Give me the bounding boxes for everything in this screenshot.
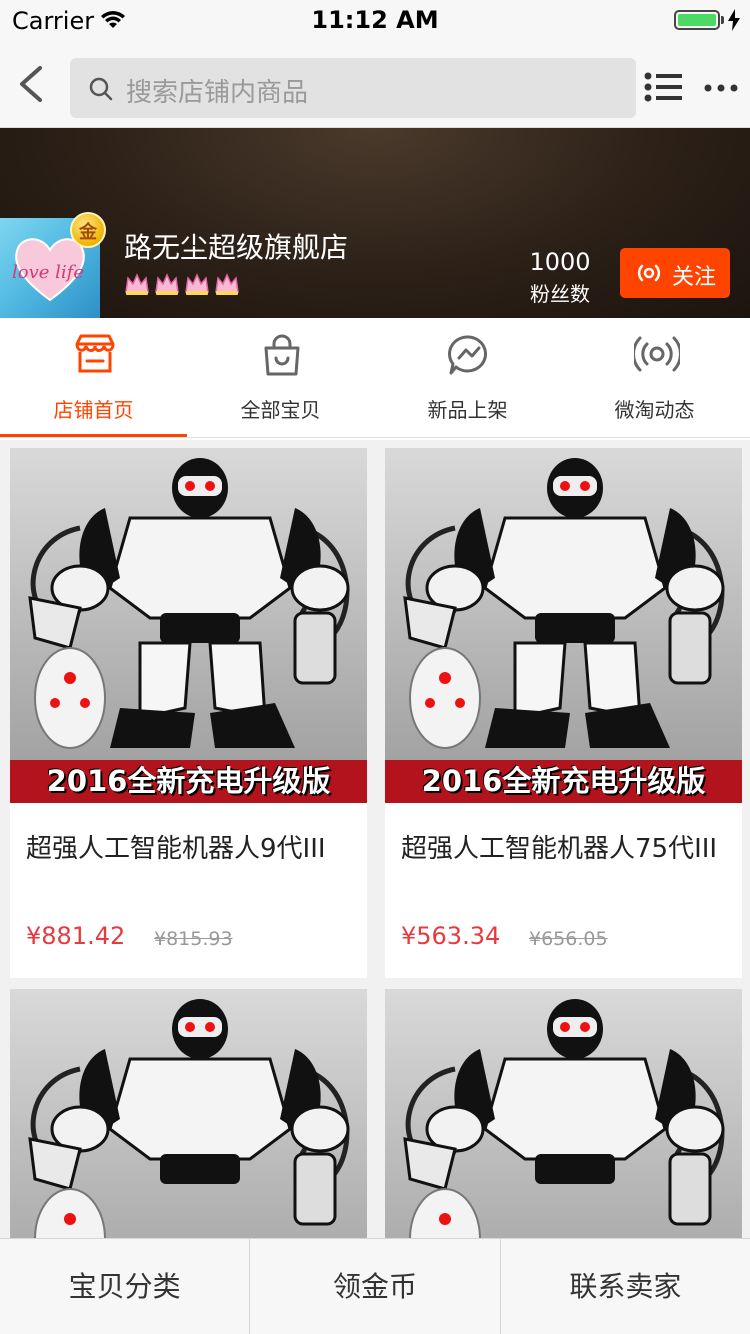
back-button[interactable] — [12, 62, 52, 106]
product-image[interactable]: 2016全新充电升级版 — [10, 448, 367, 803]
active-tab-indicator — [0, 434, 187, 437]
tab-label: 店铺首页 — [53, 398, 134, 422]
search-placeholder: 搜索店铺内商品 — [126, 78, 309, 108]
tab-label: 全部宝贝 — [240, 398, 321, 422]
logo-text: love life — [12, 262, 84, 283]
broadcast-icon — [634, 336, 680, 372]
product-image[interactable] — [385, 989, 742, 1240]
shopping-bag-icon — [264, 334, 300, 376]
image-banner: 2016全新充电升级版 — [10, 760, 367, 803]
store-icon — [75, 334, 115, 373]
product-grid: 2016全新充电升级版 超强人工智能机器人9代III ¥881.42 ¥815.… — [0, 440, 750, 1240]
search-icon — [89, 77, 113, 101]
contact-seller-button[interactable]: 联系卖家 — [501, 1239, 750, 1334]
tab-all-items[interactable]: 全部宝贝 — [187, 318, 374, 438]
robot-image — [403, 458, 725, 749]
store-header: love life 金 路无尘超级旗舰店 1000 粉丝数 关注 — [0, 128, 750, 318]
robot-image — [28, 458, 350, 749]
search-input[interactable]: 搜索店铺内商品 — [70, 58, 636, 118]
store-name: 路无尘超级旗舰店 — [124, 231, 349, 264]
product-title[interactable]: 超强人工智能机器人9代III — [26, 832, 346, 866]
list-icon[interactable] — [644, 72, 684, 102]
crown-icon — [125, 273, 149, 295]
product-old-price: ¥656.05 — [529, 928, 608, 950]
follow-button[interactable]: 关注 — [620, 248, 730, 298]
robot-image — [403, 999, 725, 1240]
more-icon[interactable] — [704, 84, 738, 92]
tab-label: 新品上架 — [427, 398, 508, 422]
product-card[interactable] — [10, 989, 367, 1240]
fans-label: 粉丝数 — [530, 282, 590, 306]
product-old-price: ¥815.93 — [154, 928, 233, 950]
store-rating — [124, 272, 240, 296]
product-title[interactable]: 超强人工智能机器人75代III — [401, 832, 721, 866]
crown-icon — [185, 273, 209, 295]
image-banner: 2016全新充电升级版 — [385, 760, 742, 803]
follow-label: 关注 — [672, 265, 717, 290]
robot-image — [28, 999, 350, 1240]
status-time: 11:12 AM — [311, 6, 439, 34]
battery-icon — [674, 10, 720, 30]
broadcast-icon — [637, 264, 661, 282]
gold-badge: 金 — [70, 212, 106, 248]
tab-weitao[interactable]: 微淘动态 — [561, 318, 748, 438]
product-price: ¥563.34 — [401, 922, 501, 950]
new-arrival-icon — [448, 335, 488, 375]
nav-bar: 搜索店铺内商品 — [0, 40, 750, 128]
product-card[interactable]: 2016全新充电升级版 超强人工智能机器人75代III ¥563.34 ¥656… — [385, 448, 742, 978]
status-bar: Carrier 11:12 AM — [0, 0, 750, 40]
charging-icon — [728, 9, 740, 31]
tab-store-home[interactable]: 店铺首页 — [0, 318, 187, 438]
tab-label: 微淘动态 — [614, 398, 695, 422]
battery-level — [678, 14, 716, 26]
fans-count: 1000 — [529, 248, 591, 276]
category-button[interactable]: 宝贝分类 — [0, 1239, 251, 1334]
store-tabs: 店铺首页 全部宝贝 新品上架 微淘动态 — [0, 318, 750, 438]
crown-icon — [215, 273, 239, 295]
bottom-toolbar: 宝贝分类 领金币 联系卖家 — [0, 1238, 750, 1334]
product-image[interactable] — [10, 989, 367, 1240]
get-coins-button[interactable]: 领金币 — [250, 1239, 501, 1334]
tab-new-arrivals[interactable]: 新品上架 — [374, 318, 561, 438]
battery-tip — [721, 16, 724, 24]
product-card[interactable] — [385, 989, 742, 1240]
crown-icon — [155, 273, 179, 295]
product-card[interactable]: 2016全新充电升级版 超强人工智能机器人9代III ¥881.42 ¥815.… — [10, 448, 367, 978]
product-image[interactable]: 2016全新充电升级版 — [385, 448, 742, 803]
product-price: ¥881.42 — [26, 922, 126, 950]
